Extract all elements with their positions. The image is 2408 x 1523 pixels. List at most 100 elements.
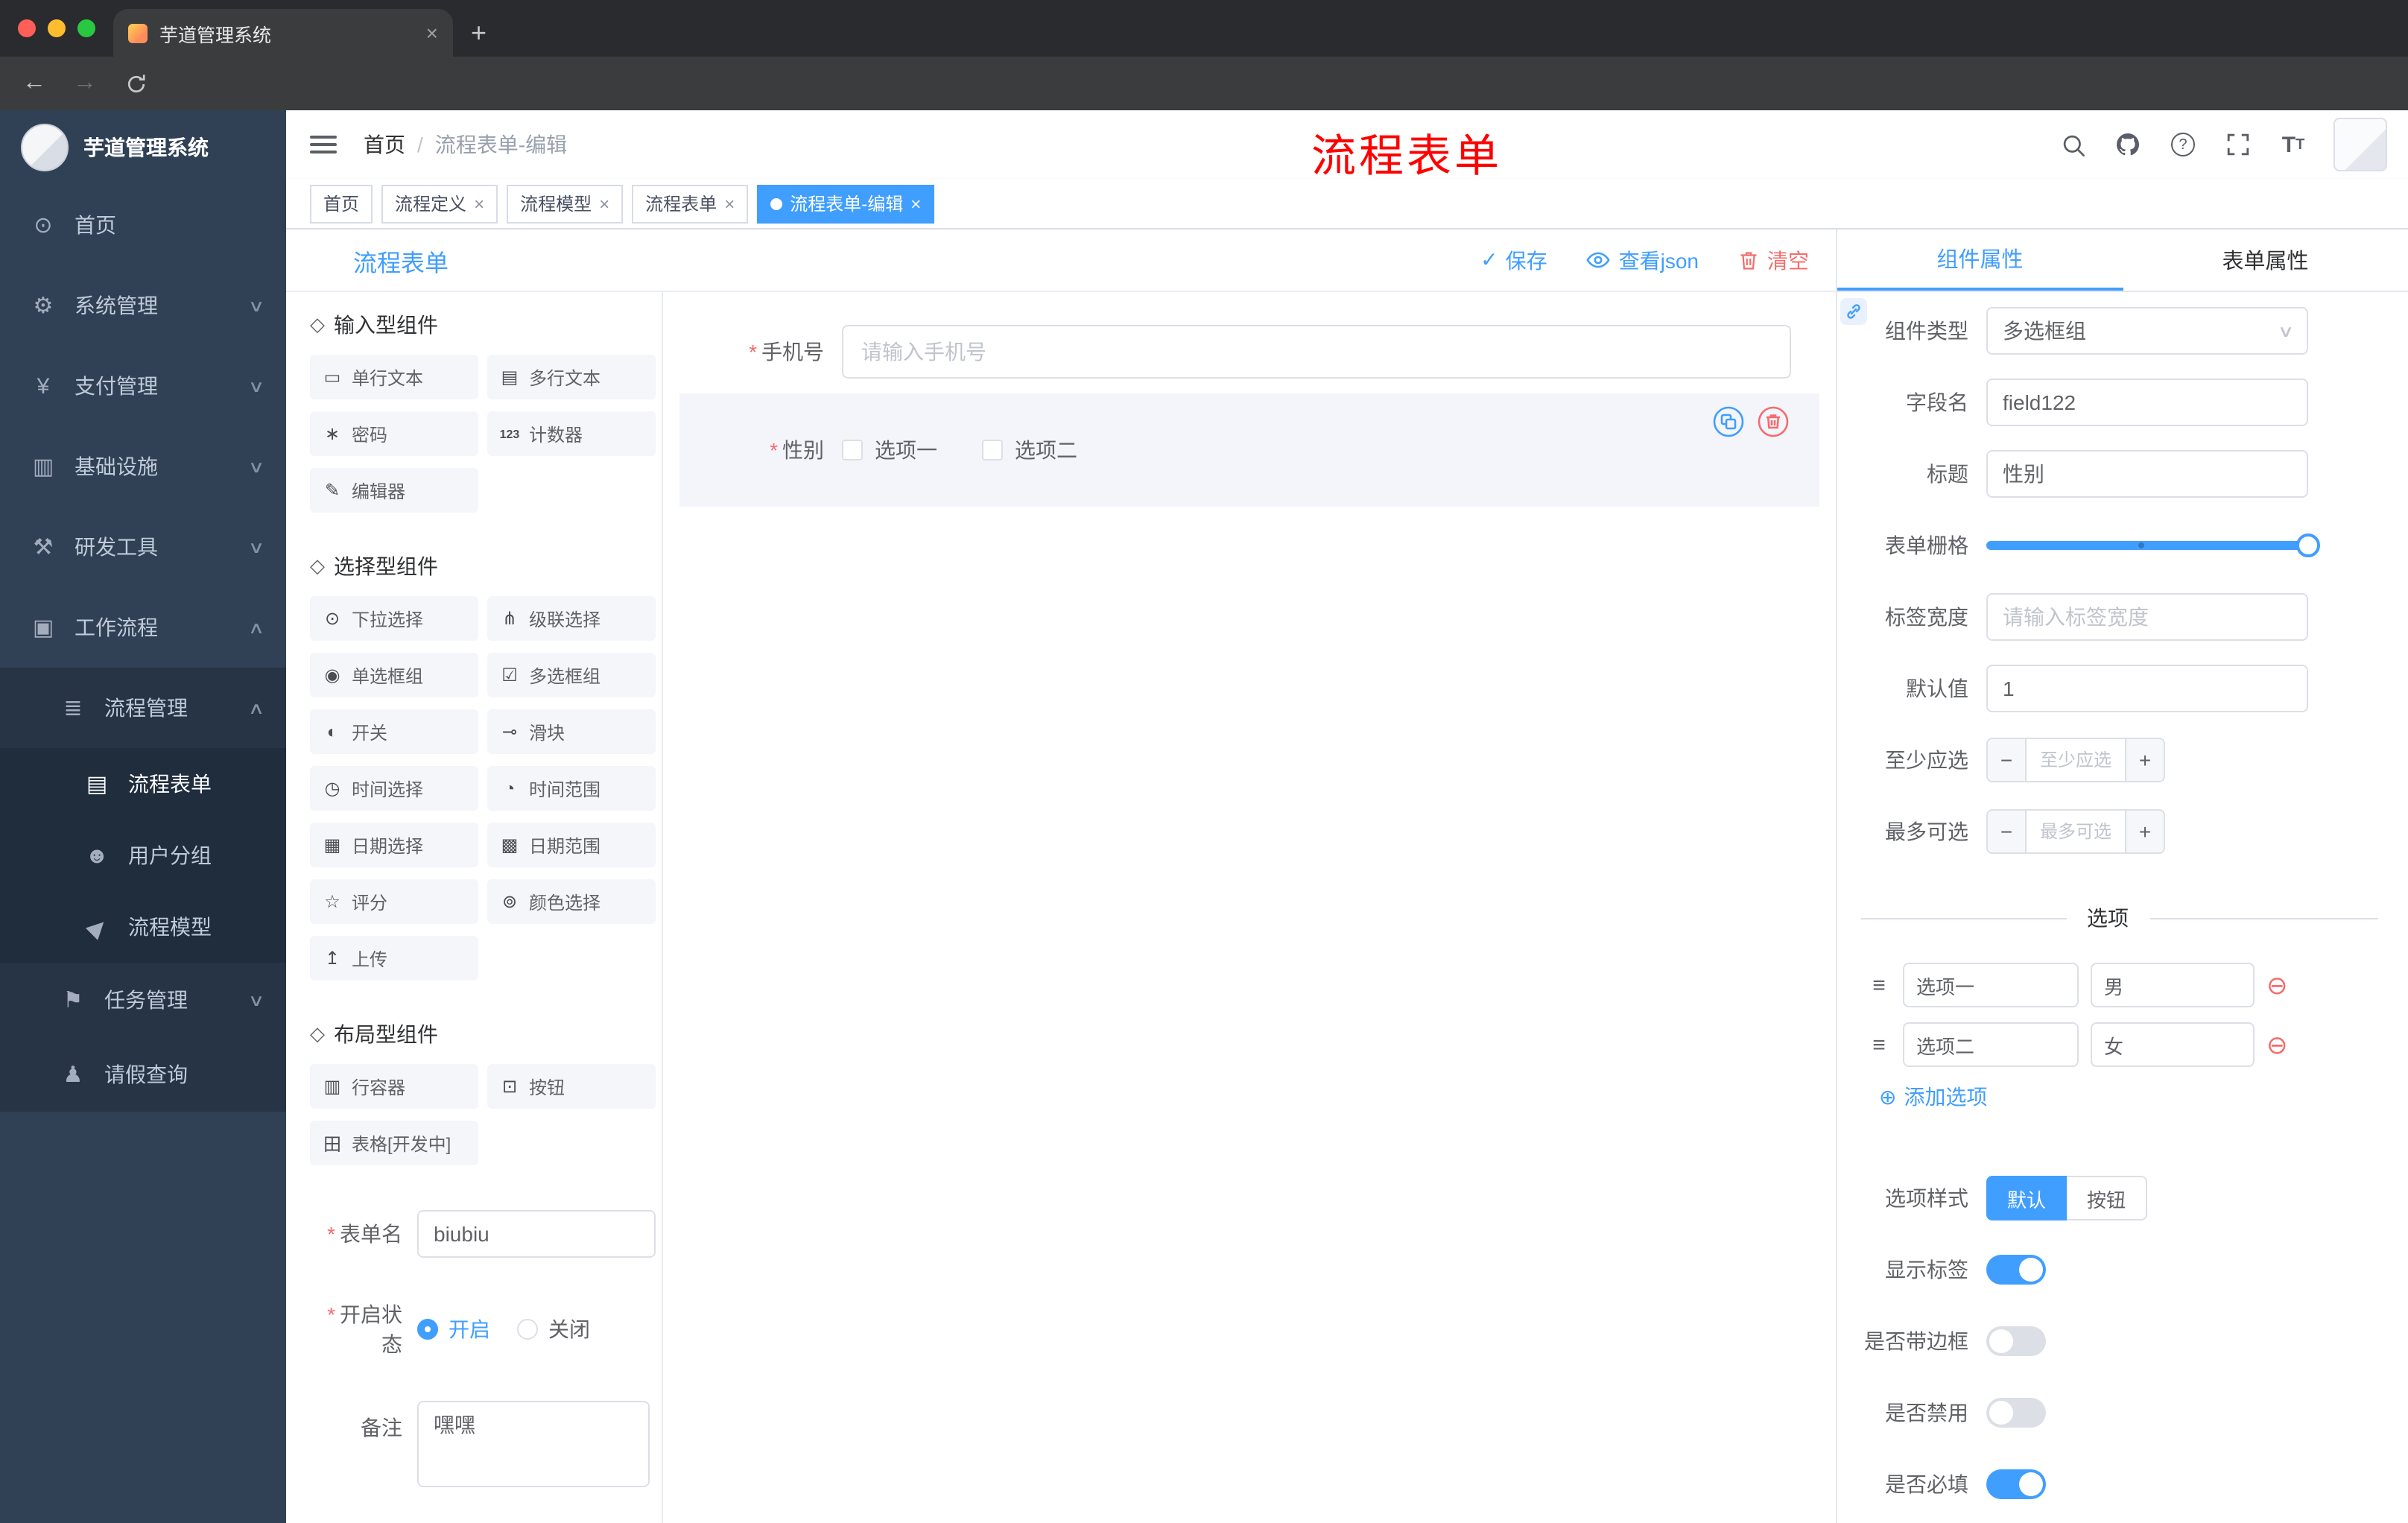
- sidebar-item-workflow[interactable]: ▣ 工作流程 ∧: [0, 587, 286, 668]
- option2-value-input[interactable]: [2091, 1022, 2255, 1067]
- copy-widget-button[interactable]: [1712, 405, 1745, 438]
- option1-label-input[interactable]: [1903, 963, 2079, 1007]
- component-editor[interactable]: ✎ 编辑器: [310, 468, 478, 513]
- drag-handle-icon[interactable]: ≡: [1867, 972, 1891, 998]
- status-on-radio[interactable]: [417, 1319, 438, 1340]
- component-cascader[interactable]: ⋔ 级联选择: [487, 596, 656, 641]
- minus-button[interactable]: −: [1988, 739, 2027, 781]
- user-avatar[interactable]: [2333, 118, 2387, 171]
- option2-label-input[interactable]: [1903, 1022, 2079, 1067]
- component-rate[interactable]: ☆ 评分: [310, 879, 478, 924]
- component-upload[interactable]: ↥ 上传: [310, 936, 478, 981]
- component-row-container[interactable]: ▥ 行容器: [310, 1064, 478, 1109]
- close-icon[interactable]: ×: [724, 193, 735, 214]
- sidebar-item-process-mgmt[interactable]: ≣ 流程管理 ∧: [0, 668, 286, 748]
- remark-textarea[interactable]: 嘿嘿: [417, 1401, 650, 1487]
- font-size-icon[interactable]: TT: [2278, 130, 2308, 159]
- title-input[interactable]: [1986, 450, 2308, 498]
- grid-slider[interactable]: [1986, 533, 2320, 557]
- slider-handle[interactable]: [2296, 533, 2320, 557]
- component-multi-text[interactable]: ▤ 多行文本: [487, 355, 656, 399]
- tag-process-model[interactable]: 流程模型 ×: [507, 184, 624, 223]
- component-radio-group[interactable]: ◉ 单选框组: [310, 653, 478, 697]
- component-checkbox-group[interactable]: ☑ 多选框组: [487, 653, 656, 697]
- max-select-input[interactable]: [2027, 811, 2125, 852]
- save-button[interactable]: ✓ 保存: [1480, 245, 1547, 275]
- disabled-toggle[interactable]: [1986, 1398, 2046, 1428]
- close-icon[interactable]: ×: [474, 193, 484, 214]
- maximize-window-button[interactable]: [77, 19, 95, 37]
- fullscreen-icon[interactable]: [2223, 130, 2253, 159]
- status-on-label[interactable]: 开启: [449, 1314, 490, 1344]
- form-canvas[interactable]: 手机号 性别 选项一 选项二: [663, 292, 1836, 1523]
- forward-icon[interactable]: →: [69, 67, 101, 100]
- sidebar-item-home[interactable]: ⊙ 首页: [0, 185, 286, 265]
- tag-process-definition[interactable]: 流程定义 ×: [381, 184, 498, 223]
- link-anchor-icon[interactable]: [1840, 298, 1867, 325]
- tab-form-props[interactable]: 表单属性: [2123, 229, 2408, 291]
- reload-icon[interactable]: [119, 67, 152, 100]
- status-off-radio[interactable]: [517, 1319, 538, 1340]
- component-date-range[interactable]: ▩ 日期范围: [487, 823, 656, 867]
- component-button[interactable]: ⊡ 按钮: [487, 1064, 656, 1109]
- component-slider[interactable]: ⊸ 滑块: [487, 709, 656, 754]
- sidebar-item-infra[interactable]: ▥ 基础设施 ∨: [0, 426, 286, 507]
- component-date-picker[interactable]: ▦ 日期选择: [310, 823, 478, 867]
- gender-option1-label[interactable]: 选项一: [875, 435, 937, 465]
- component-time-range[interactable]: ◔ 时间范围: [487, 766, 656, 811]
- default-value-input[interactable]: [1986, 665, 2308, 712]
- phone-field-row[interactable]: 手机号: [663, 325, 1836, 379]
- close-window-button[interactable]: [18, 19, 36, 37]
- gender-option1-checkbox[interactable]: [842, 440, 863, 460]
- back-icon[interactable]: ←: [18, 67, 51, 100]
- github-icon[interactable]: [2113, 130, 2143, 159]
- tag-home[interactable]: 首页: [310, 184, 373, 223]
- remove-option-icon[interactable]: ⊖: [2266, 1032, 2288, 1057]
- component-table[interactable]: 田表格[开发中]: [310, 1121, 478, 1165]
- add-option-button[interactable]: ⊕ 添加选项: [1879, 1082, 2378, 1112]
- clear-button[interactable]: 清空: [1737, 245, 1809, 275]
- tag-process-form[interactable]: 流程表单 ×: [632, 184, 749, 223]
- minus-button[interactable]: −: [1988, 811, 2027, 852]
- sidebar-item-process-model[interactable]: ▶ 流程模型: [0, 891, 286, 963]
- breadcrumb-home[interactable]: 首页: [364, 130, 405, 159]
- delete-widget-button[interactable]: [1757, 405, 1790, 438]
- gender-option2-checkbox[interactable]: [982, 440, 1003, 460]
- minimize-window-button[interactable]: [48, 19, 66, 37]
- component-password[interactable]: ∗ 密码: [310, 411, 478, 456]
- component-single-text[interactable]: ▭ 单行文本: [310, 355, 478, 399]
- tab-component-props[interactable]: 组件属性: [1837, 229, 2123, 291]
- remove-option-icon[interactable]: ⊖: [2266, 972, 2288, 998]
- close-icon[interactable]: ×: [910, 193, 921, 214]
- tab-close-icon[interactable]: ×: [426, 21, 438, 45]
- gender-widget-selected[interactable]: 性别 选项一 选项二: [679, 393, 1819, 507]
- sidebar-item-task-mgmt[interactable]: ⚑ 任务管理 ∨: [0, 963, 286, 1037]
- sidebar-item-payment[interactable]: ¥ 支付管理 ∨: [0, 346, 286, 426]
- sidebar-item-user-group[interactable]: ☻ 用户分组: [0, 820, 286, 891]
- component-color-picker[interactable]: ⊚ 颜色选择: [487, 879, 656, 924]
- option1-value-input[interactable]: [2091, 963, 2255, 1007]
- component-time-picker[interactable]: ◷ 时间选择: [310, 766, 478, 811]
- sidebar-item-process-form[interactable]: ▤ 流程表单: [0, 748, 286, 820]
- browser-tab[interactable]: 芋道管理系统 ×: [113, 9, 453, 57]
- border-toggle[interactable]: [1986, 1326, 2046, 1356]
- form-name-input[interactable]: [417, 1210, 656, 1258]
- component-counter[interactable]: 123 计数器: [487, 411, 656, 456]
- show-label-toggle[interactable]: [1986, 1255, 2046, 1285]
- plus-button[interactable]: +: [2125, 811, 2164, 852]
- view-json-button[interactable]: 查看json: [1586, 245, 1699, 275]
- gender-option2-label[interactable]: 选项二: [1015, 435, 1077, 465]
- sidebar-item-devtools[interactable]: ⚒ 研发工具 ∨: [0, 507, 286, 587]
- close-icon[interactable]: ×: [599, 193, 609, 214]
- sidebar-item-system[interactable]: ⚙ 系统管理 ∨: [0, 265, 286, 346]
- field-name-input[interactable]: [1986, 379, 2308, 426]
- new-tab-button[interactable]: +: [471, 12, 487, 54]
- sidebar-item-leave-query[interactable]: ♟ 请假查询: [0, 1037, 286, 1112]
- required-toggle[interactable]: [1986, 1469, 2046, 1499]
- style-default-button[interactable]: 默认: [1986, 1176, 2067, 1220]
- drag-handle-icon[interactable]: ≡: [1867, 1032, 1891, 1057]
- tag-process-form-edit[interactable]: 流程表单-编辑 ×: [757, 184, 935, 223]
- status-off-label[interactable]: 关闭: [548, 1314, 590, 1344]
- label-width-input[interactable]: [1986, 593, 2308, 641]
- phone-input[interactable]: [842, 325, 1791, 379]
